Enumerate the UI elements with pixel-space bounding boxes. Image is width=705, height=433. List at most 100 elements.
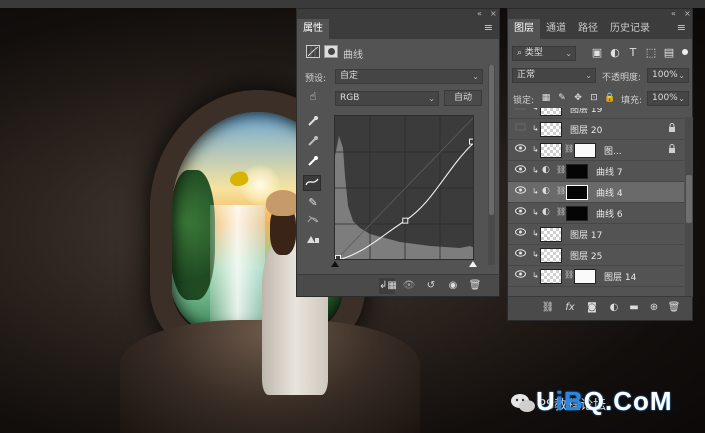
filter-toggle-icon[interactable] xyxy=(682,49,688,55)
filter-smart-object-icon[interactable]: ▤ xyxy=(660,45,678,61)
panel-menu-icon[interactable]: ≡ xyxy=(484,21,493,34)
layer-name[interactable]: 图层 20 xyxy=(570,123,602,136)
layer-name[interactable]: 曲线 6 xyxy=(596,207,623,220)
white-point-slider[interactable] xyxy=(469,261,477,267)
view-previous-state-icon[interactable]: 👁 xyxy=(401,278,417,294)
mask-link-icon[interactable]: ⛓ xyxy=(564,144,574,153)
fill-input[interactable]: 100% ⌄ xyxy=(647,91,689,106)
curve-point-tool-icon[interactable] xyxy=(303,175,321,191)
layers-scrollbar-thumb[interactable] xyxy=(686,175,692,223)
mask-link-icon[interactable]: ⛓ xyxy=(564,270,574,279)
layer-row[interactable]: ↳ ⛓ 图层 14 xyxy=(508,266,684,287)
pencil-icon[interactable]: ✎ xyxy=(304,195,322,211)
mask-icon[interactable] xyxy=(324,45,338,58)
layer-thumbnail[interactable] xyxy=(540,227,562,242)
filter-shape-icon[interactable]: ⬚ xyxy=(642,45,660,61)
smooth-curve-icon[interactable] xyxy=(304,213,322,229)
properties-scrollbar-thumb[interactable] xyxy=(489,65,494,215)
panel-menu-icon[interactable]: ≡ xyxy=(677,21,686,34)
layer-row[interactable]: ↳ ◐ ⛓ 曲线 4 xyxy=(508,182,684,203)
delete-layer-icon[interactable]: 🗑 xyxy=(666,300,682,316)
properties-scrollbar[interactable] xyxy=(488,65,495,265)
layer-mask-thumbnail[interactable] xyxy=(566,185,588,200)
add-mask-icon[interactable]: ◙ xyxy=(584,300,600,316)
layer-name[interactable]: 图层 19 xyxy=(570,108,602,115)
white-eyedropper-icon[interactable] xyxy=(304,155,322,171)
layer-style-icon[interactable]: fx xyxy=(562,300,578,316)
mask-link-icon[interactable]: ⛓ xyxy=(556,207,566,216)
filter-adjustment-icon[interactable]: ◐ xyxy=(606,45,624,61)
layers-scrollbar[interactable] xyxy=(685,117,693,297)
layer-mask-thumbnail[interactable] xyxy=(574,143,596,158)
tab-properties[interactable]: 属性 xyxy=(297,19,329,39)
layer-row[interactable]: ↳ ◐ ⛓ 曲线 6 xyxy=(508,203,684,224)
layer-row[interactable]: ↳ 图层 19 xyxy=(508,108,684,119)
layer-thumbnail[interactable] xyxy=(540,248,562,263)
layer-name[interactable]: 图层 14 xyxy=(604,270,636,283)
adjustment-layer-icon[interactable]: ◐ xyxy=(542,186,550,196)
eye-icon[interactable] xyxy=(514,165,526,176)
clip-to-layer-icon[interactable]: ↲▦ xyxy=(379,278,397,294)
gray-eyedropper-icon[interactable] xyxy=(304,135,322,151)
layer-row[interactable]: ↳ 图层 17 xyxy=(508,224,684,245)
collapse-panel-button[interactable]: « xyxy=(477,9,482,19)
layer-thumbnail[interactable] xyxy=(540,108,562,116)
eye-hidden-icon[interactable] xyxy=(514,123,526,134)
close-panel-button[interactable]: × xyxy=(490,9,497,19)
filter-type-icon[interactable]: T xyxy=(624,45,642,61)
close-panel-button[interactable]: × xyxy=(684,9,691,19)
preset-select[interactable]: 自定 ⌄ xyxy=(335,69,483,84)
mask-link-icon[interactable]: ⛓ xyxy=(556,186,566,195)
layer-name[interactable]: 图层 25 xyxy=(570,249,602,262)
link-layers-icon[interactable]: ⛓ xyxy=(540,300,556,316)
curves-graph-svg[interactable] xyxy=(335,116,474,260)
black-eyedropper-icon[interactable] xyxy=(304,115,322,131)
eye-icon[interactable] xyxy=(514,270,526,281)
layer-thumbnail[interactable] xyxy=(540,269,562,284)
visibility-icon[interactable]: ◉ xyxy=(445,278,461,294)
opacity-input[interactable]: 100% ⌄ xyxy=(647,68,689,83)
layer-row[interactable]: ↳ ⛓ 图... xyxy=(508,140,684,161)
layer-mask-thumbnail[interactable] xyxy=(574,269,596,284)
eye-icon[interactable] xyxy=(514,186,526,197)
layer-row[interactable]: ↳ ◐ ⛓ 曲线 7 xyxy=(508,161,684,182)
adjustment-layer-icon[interactable]: ◐ xyxy=(542,165,550,175)
eye-icon[interactable] xyxy=(514,249,526,260)
curves-adjustment-icon[interactable] xyxy=(306,45,320,58)
reset-icon[interactable]: ↺ xyxy=(423,278,439,294)
eye-hidden-icon[interactable] xyxy=(514,108,526,113)
tab-history[interactable]: 历史记录 xyxy=(604,19,656,39)
curve-control-point[interactable] xyxy=(335,255,341,261)
layer-row[interactable]: ↳ 图层 20 xyxy=(508,119,684,140)
tab-layers[interactable]: 图层 xyxy=(508,19,540,39)
layer-name[interactable]: 图层 17 xyxy=(570,228,602,241)
layer-name[interactable]: 图... xyxy=(604,144,622,157)
lock-all-icon[interactable]: 🔒 xyxy=(601,90,619,106)
channel-select[interactable]: RGB ⌄ xyxy=(335,91,439,106)
layer-name[interactable]: 曲线 7 xyxy=(596,165,623,178)
new-layer-icon[interactable]: ⊕ xyxy=(646,300,662,316)
layer-mask-thumbnail[interactable] xyxy=(566,164,588,179)
adjustment-layer-icon[interactable]: ◐ xyxy=(542,207,550,217)
mask-link-icon[interactable]: ⛓ xyxy=(556,165,566,174)
delete-icon[interactable]: 🗑 xyxy=(467,278,483,294)
filter-pixel-icon[interactable]: ▣ xyxy=(588,45,606,61)
target-adjust-hand-icon[interactable]: ☝ xyxy=(304,89,322,105)
blend-mode-select[interactable]: 正常 ⌄ xyxy=(512,68,596,83)
curve-control-point[interactable] xyxy=(469,138,475,145)
black-point-slider[interactable] xyxy=(331,261,339,267)
layer-thumbnail[interactable] xyxy=(540,143,562,158)
new-group-icon[interactable]: ▬ xyxy=(626,300,642,316)
collapse-panel-button[interactable]: « xyxy=(671,9,676,19)
curves-graph[interactable] xyxy=(334,115,474,260)
layer-thumbnail[interactable] xyxy=(540,122,562,137)
tab-channels[interactable]: 通道 xyxy=(540,19,572,39)
curve-control-point[interactable] xyxy=(402,217,409,224)
layer-mask-thumbnail[interactable] xyxy=(566,206,588,221)
filter-kind-select[interactable]: ⌕ 类型 ⌄ xyxy=(512,46,576,61)
layer-name[interactable]: 曲线 4 xyxy=(596,186,623,199)
new-adjustment-layer-icon[interactable]: ◐ xyxy=(606,300,622,316)
eye-icon[interactable] xyxy=(514,207,526,218)
tab-paths[interactable]: 路径 xyxy=(572,19,604,39)
layer-row[interactable]: ↳ 图层 25 xyxy=(508,245,684,266)
